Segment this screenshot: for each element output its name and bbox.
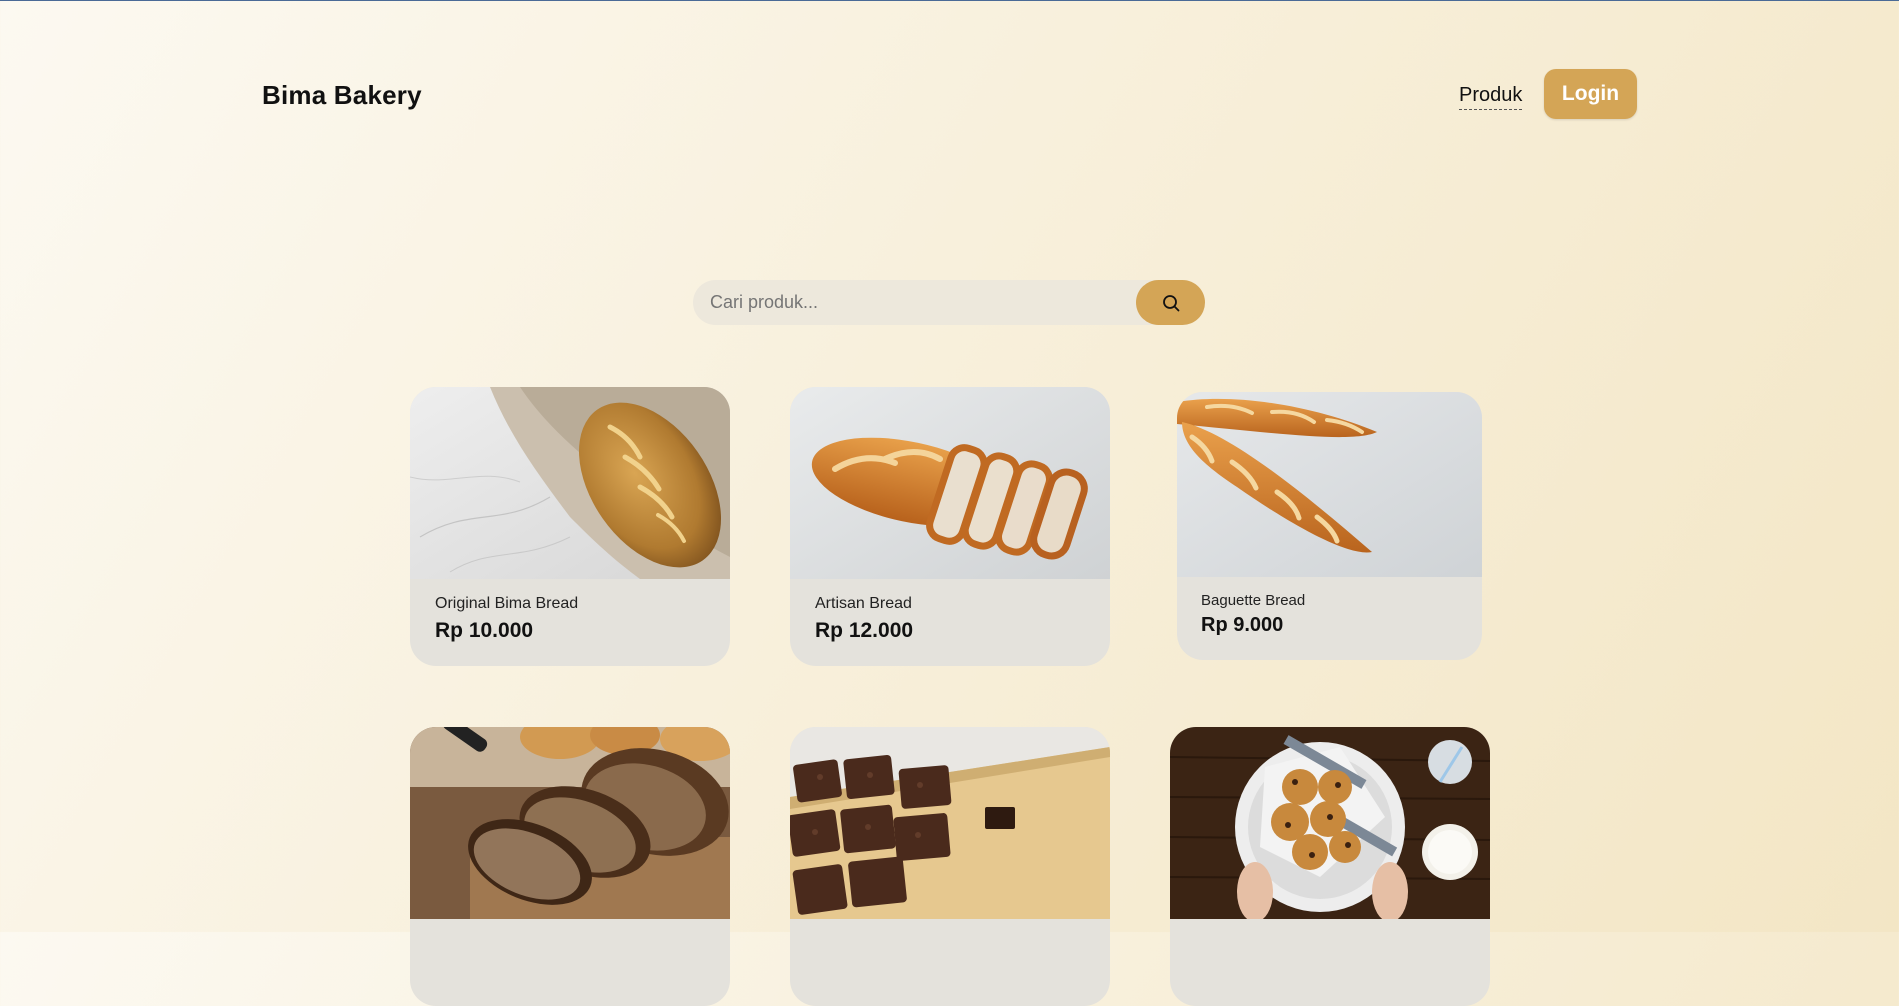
rustic-loaf-image — [410, 387, 730, 579]
brownies-image — [790, 727, 1110, 919]
baguette-image — [1177, 392, 1482, 577]
brand-logo[interactable]: Bima Bakery — [262, 80, 422, 111]
product-card[interactable]: Baguette Bread Rp 9.000 — [1177, 392, 1482, 660]
search-bar — [693, 280, 1205, 325]
nav-link-produk[interactable]: Produk — [1459, 84, 1523, 110]
product-card[interactable]: Artisan Bread Rp 12.000 — [790, 387, 1110, 666]
product-card[interactable]: Original Bima Bread Rp 10.000 — [410, 387, 730, 666]
product-card[interactable] — [1170, 727, 1490, 1006]
search-input[interactable] — [693, 280, 1133, 325]
product-price: Rp 9.000 — [1201, 614, 1284, 636]
artisan-bread-image — [790, 387, 1110, 579]
product-card[interactable] — [410, 727, 730, 1006]
search-icon — [1162, 294, 1179, 311]
search-button[interactable] — [1136, 280, 1205, 325]
cookies-image — [1170, 727, 1490, 919]
rye-bread-image — [410, 727, 730, 919]
product-price: Rp 12.000 — [815, 619, 914, 642]
product-name: Artisan Bread — [815, 595, 912, 612]
login-button[interactable]: Login — [1544, 69, 1637, 119]
window-top-border — [0, 0, 1899, 1]
product-name: Baguette Bread — [1201, 592, 1306, 609]
product-name: Original Bima Bread — [435, 595, 579, 612]
product-price: Rp 10.000 — [435, 619, 534, 642]
product-card[interactable] — [790, 727, 1110, 1006]
